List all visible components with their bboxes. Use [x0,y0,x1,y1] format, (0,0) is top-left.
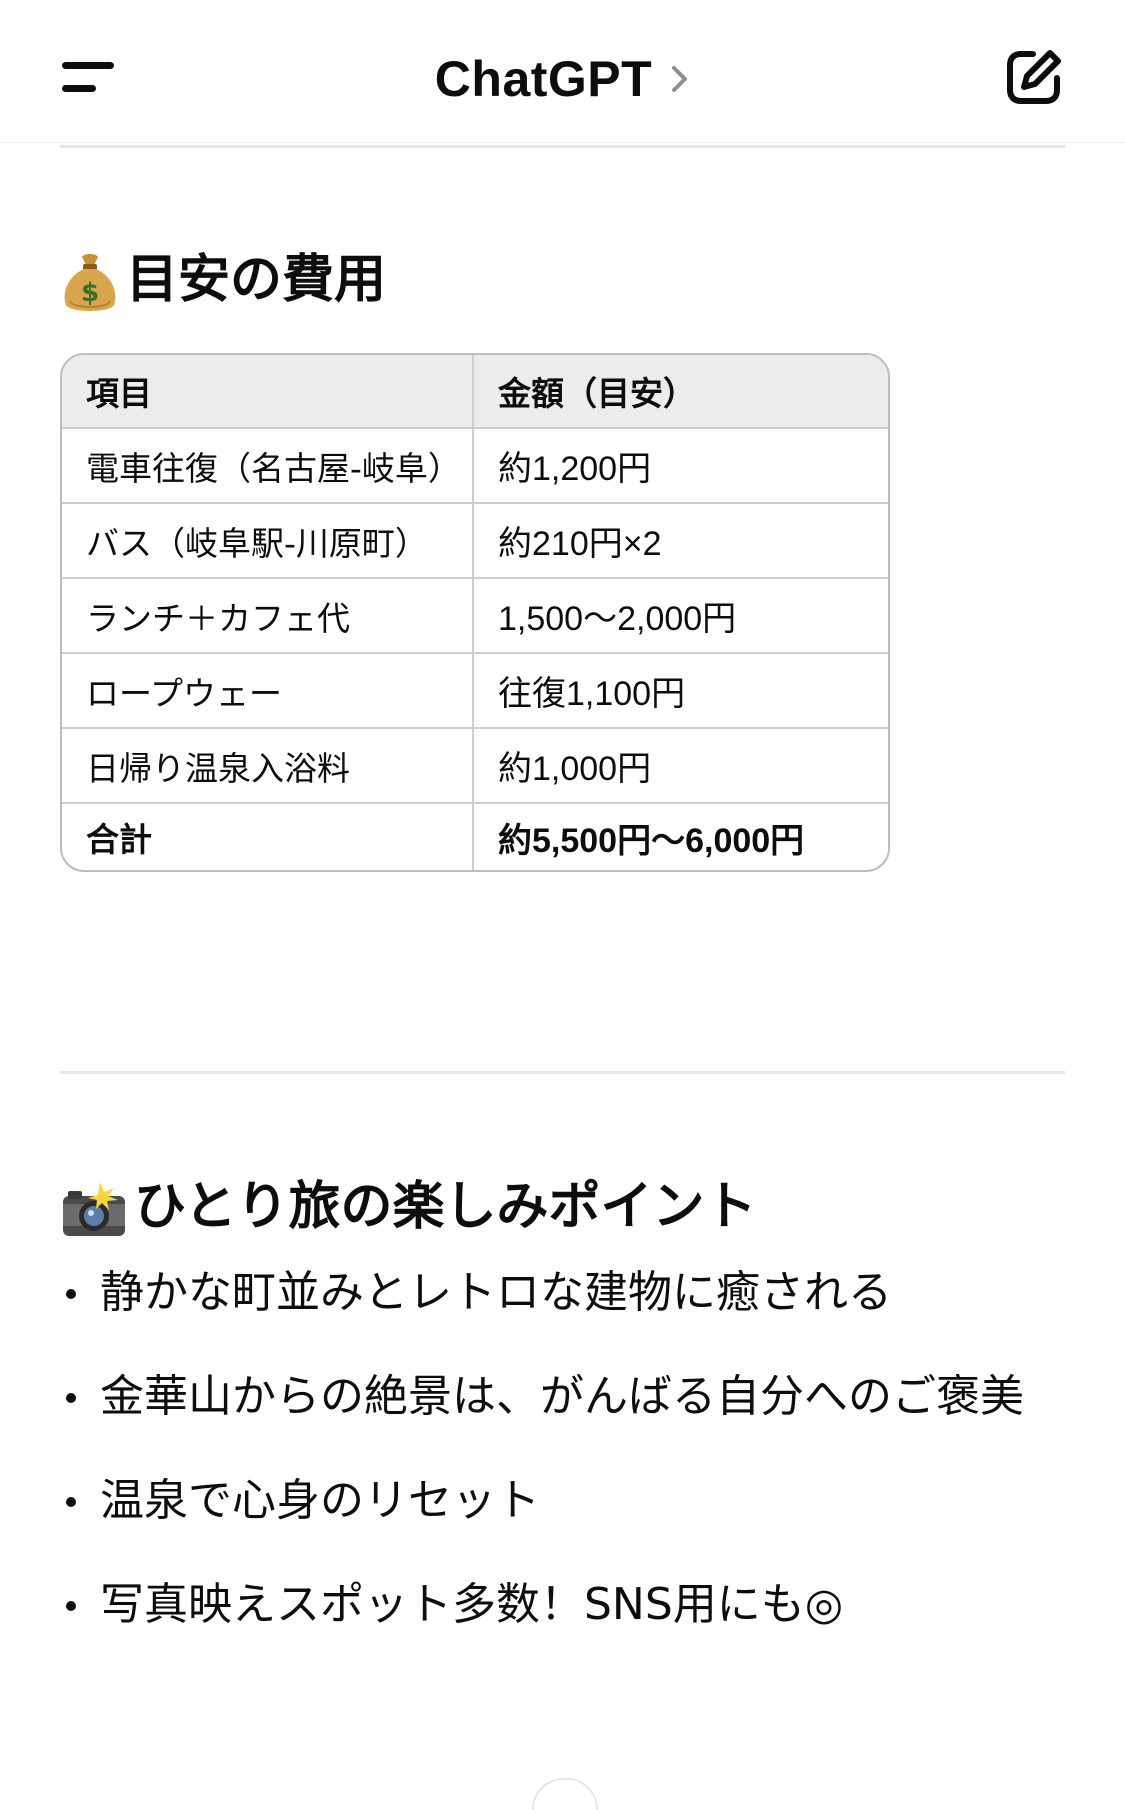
table-row: バス（岐阜駅-川原町） 約210円×2 [62,503,888,579]
list-item: 温泉で心身のリセット [60,1466,1070,1536]
cost-heading: $ 目安の費用 [60,245,386,315]
cell-amount: 往復1,100円 [473,653,888,729]
camera-flash-icon [63,1182,125,1236]
bullet-dot [66,1289,76,1299]
app-title-container: ChatGPT [0,44,1125,114]
cell-item: ロープウェー [62,653,474,729]
table-row: 電車往復（名古屋-岐阜） 約1,200円 [62,428,888,504]
table-row: ランチ＋カフェ代 1,500～2,000円 [62,578,888,654]
points-list: 静かな町並みとレトロな建物に癒される 金華山からの絶景は、がんばる自分へのご褒美… [60,1258,1070,1674]
table-header-row: 項目 金額（目安） [62,355,888,429]
app-title: ChatGPT [434,51,653,107]
divider-middle [60,1071,1065,1074]
divider-top [60,145,1065,148]
column-header-item: 項目 [62,355,474,429]
cell-amount: 約210円×2 [473,503,888,579]
list-item-text: 温泉で心身のリセット [100,1475,540,1526]
points-heading-text: ひとり旅の楽しみポイント [134,1177,757,1237]
scroll-to-bottom-button[interactable] [532,1778,598,1810]
list-item: 静かな町並みとレトロな建物に癒される [60,1258,1070,1328]
cell-item: 電車往復（名古屋-岐阜） [62,428,474,504]
cell-total-label: 合計 [62,803,474,870]
bullet-dot [66,1601,76,1611]
cell-item: バス（岐阜駅-川原町） [62,503,474,579]
cell-amount: 約1,200円 [473,428,888,504]
new-chat-icon[interactable] [1003,46,1065,108]
points-heading: ひとり旅の楽しみポイント [60,1172,756,1242]
bullet-dot [66,1497,76,1507]
cell-total-amount: 約5,500円～6,000円 [498,821,805,860]
cost-heading-text: 目安の費用 [126,250,387,310]
list-item: 写真映えスポット多数！SNS用にも◎ [60,1570,1070,1640]
cost-table: 項目 金額（目安） 電車往復（名古屋-岐阜） 約1,200円 バス（岐阜駅-川原… [60,353,890,872]
table-total-row: 合計 約5,500円～6,000円 [62,803,888,870]
money-bag-icon: $ [64,254,116,311]
table-row: ロープウェー 往復1,100円 [62,653,888,729]
list-item-text: 写真映えスポット多数！SNS用にも◎ [100,1579,844,1630]
top-bar: ChatGPT [0,0,1125,143]
model-selector[interactable]: ChatGPT [435,44,690,114]
cell-item: ランチ＋カフェ代 [62,578,474,654]
list-item-text: 静かな町並みとレトロな建物に癒される [100,1267,892,1318]
table-row: 日帰り温泉入浴料 約1,000円 [62,728,888,804]
cell-item: 日帰り温泉入浴料 [62,728,474,804]
bullet-dot [66,1393,76,1403]
chevron-right-icon [672,66,688,92]
list-item-text: 金華山からの絶景は、がんばる自分へのご褒美 [100,1371,1024,1422]
cell-amount: 1,500～2,000円 [473,578,888,654]
column-header-amount: 金額（目安） [473,355,888,429]
svg-text:$: $ [81,278,99,308]
list-item: 金華山からの絶景は、がんばる自分へのご褒美 [60,1362,1070,1432]
cell-amount: 約1,000円 [473,728,888,804]
